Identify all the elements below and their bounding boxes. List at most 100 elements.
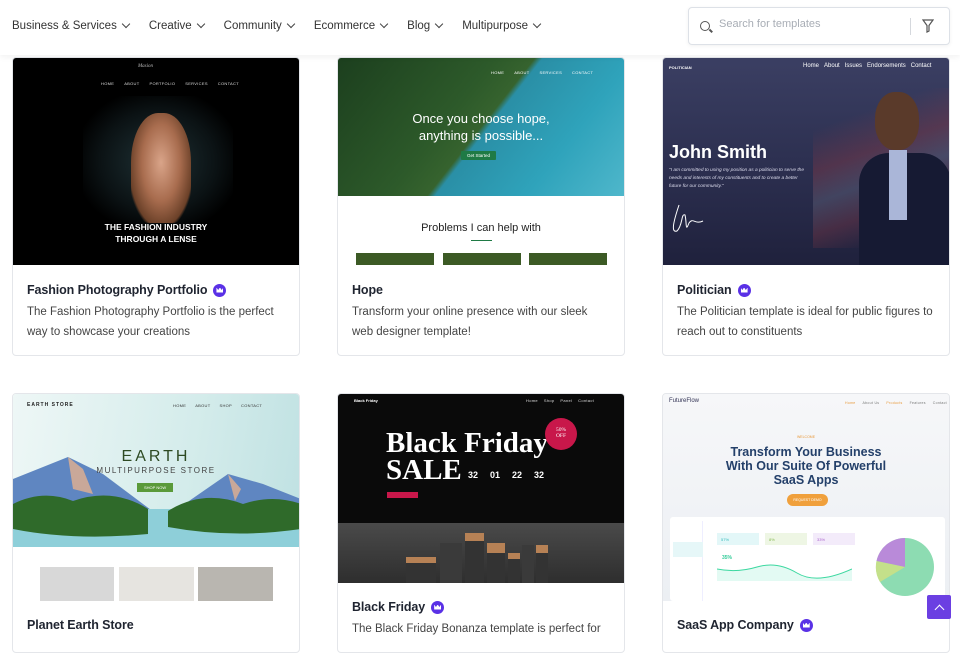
template-thumbnail[interactable]: POLITICIAN Home About Issues Endorsements Co… [663, 58, 949, 265]
nav-multipurpose[interactable]: Multipurpose [462, 19, 542, 32]
template-card-black-friday[interactable]: Black Friday Home Shop Panel Contact Black … [337, 393, 625, 653]
top-nav-bar: Business & Services Creative Community E… [0, 0, 960, 55]
thumb-text: CONTACT [241, 403, 263, 408]
chevron-down-icon [121, 19, 131, 29]
thumb-image [356, 253, 434, 265]
nav-label: Business & Services [12, 20, 117, 32]
thumb-text: Hope [352, 283, 383, 297]
thumb-headline: John Smith [669, 142, 767, 162]
chevron-down-icon [286, 19, 296, 29]
card-description: The Fashion Photography Portfolio is the… [27, 306, 274, 338]
template-card-earth-store[interactable]: EARTH STORE HOME ABOUT SHOP CONTACT EARTH M… [12, 393, 300, 653]
thumb-cta [387, 492, 418, 498]
nav-creative[interactable]: Creative [148, 19, 205, 32]
template-card-hope[interactable]: HOME ABOUT SERVICES CONTACT Once you choose… [337, 57, 625, 356]
card-body: Hope Transform your online presence with… [338, 283, 624, 342]
card-title[interactable]: Hope [352, 283, 610, 297]
thumb-text: CONTACT [217, 81, 239, 86]
thumb-text: Planet Earth Store [27, 618, 134, 632]
template-thumbnail[interactable]: FutureFlow Home About Us Products Features C… [663, 394, 949, 601]
scroll-to-top-button[interactable] [927, 595, 951, 619]
thumb-text: Home [803, 63, 820, 69]
template-thumbnail[interactable]: EARTH STORE HOME ABOUT SHOP CONTACT EARTH M… [13, 394, 299, 601]
card-body: SaaS App Company [663, 618, 949, 632]
thumb-text: THROUGH A LENSE [115, 234, 197, 244]
thumb-product [198, 567, 273, 601]
filter-icon[interactable] [922, 19, 934, 33]
thumb-text: Home [526, 398, 538, 403]
template-card-fashion[interactable]: Masion HOME ABOUT PORTFOLIO SERVICES CONTACT… [12, 57, 300, 356]
thumb-text: ABOUT [124, 81, 140, 86]
nav-label: Creative [148, 20, 192, 32]
thumb-logo: POLITICIAN [669, 65, 692, 70]
card-title[interactable]: Politician [677, 283, 935, 297]
discount-badge: 50% OFF [545, 418, 577, 450]
thumb-cta: Get Started [461, 151, 497, 160]
thumb-text: ABOUT [514, 70, 530, 75]
chevron-down-icon [434, 19, 444, 29]
chevron-down-icon [196, 19, 205, 29]
thumb-text: Contact [578, 398, 595, 403]
premium-crown-icon [431, 600, 445, 614]
thumb-image [529, 253, 607, 265]
thumb-text: HOME [491, 70, 505, 75]
nav-blog[interactable]: Blog [407, 19, 444, 32]
thumb-nav: Home Shop Panel Contact [526, 398, 594, 403]
card-title[interactable]: Planet Earth Store [27, 618, 285, 632]
thumb-text: THE FASHION INDUSTRY [104, 222, 208, 232]
thumb-cta: SHOP NOW [137, 483, 174, 492]
thumb-text: 01 [490, 470, 501, 480]
thumb-text: SaaS Apps [773, 473, 839, 487]
thumb-text: 32 [468, 470, 479, 480]
card-description: The Black Friday Bonanza template is per… [352, 623, 601, 635]
template-card-politician[interactable]: POLITICIAN Home About Issues Endorsements Co… [662, 57, 950, 356]
thumb-headline: Transform Your Business With Our Suite Of… [663, 445, 949, 487]
politician-face [875, 92, 919, 150]
nav-community[interactable]: Community [224, 19, 296, 32]
products-band [338, 523, 624, 583]
thumb-product [40, 567, 114, 601]
thumb-text: SERVICES [539, 70, 563, 75]
thumb-text: SaaS App Company [677, 618, 794, 632]
template-thumbnail[interactable]: HOME ABOUT SERVICES CONTACT Once you choose… [338, 58, 624, 265]
card-body: Fashion Photography Portfolio The Fashio… [13, 283, 299, 342]
thumb-section-title: Problems I can help with [421, 222, 541, 234]
thumb-text: 32 [534, 470, 545, 480]
thumb-text: 57% [717, 533, 759, 545]
card-body: Black Friday The Black Friday Bonanza te… [338, 600, 624, 640]
thumb-text: anything is possible... [418, 128, 544, 143]
thumb-quote: "I am committed to using my position as … [669, 168, 805, 189]
card-description: The Politician template is ideal for pub… [677, 306, 933, 338]
thumb-logo: FutureFlow [669, 398, 700, 404]
thumb-text: HOME [173, 403, 187, 408]
card-title[interactable]: Fashion Photography Portfolio [27, 283, 285, 297]
thumb-text: Black Friday [352, 600, 426, 614]
card-title[interactable]: Black Friday [352, 600, 610, 614]
category-nav: Business & Services Creative Community E… [12, 19, 542, 32]
nav-ecommerce[interactable]: Ecommerce [314, 19, 389, 32]
card-body: Politician The Politician template is id… [663, 283, 949, 342]
card-title[interactable]: SaaS App Company [677, 618, 935, 632]
template-thumbnail[interactable]: Black Friday Home Shop Panel Contact Black … [338, 394, 624, 583]
thumb-image [443, 253, 521, 265]
premium-crown-icon [799, 618, 813, 632]
search-input[interactable] [719, 18, 899, 30]
chevron-up-icon [934, 604, 944, 614]
thumb-cta: REQUEST DEMO [787, 494, 828, 506]
thumb-headline: Once you choose hope, anything is possibl… [338, 110, 624, 144]
thumb-text: Panel [560, 398, 573, 403]
pie-chart [875, 537, 934, 596]
thumb-text: Black Friday [386, 427, 548, 459]
nav-business-services[interactable]: Business & Services [12, 19, 131, 32]
search-icon [700, 21, 710, 31]
thumb-product [119, 567, 194, 601]
template-card-saas[interactable]: FutureFlow Home About Us Products Features C… [662, 393, 950, 653]
thumb-text: ABOUT [195, 403, 211, 408]
thumb-text: HOME [101, 81, 115, 86]
thumb-logo: Masion [138, 64, 153, 69]
thumb-logo: Black Friday [354, 398, 378, 403]
template-thumbnail[interactable]: Masion HOME ABOUT PORTFOLIO SERVICES CONTACT… [13, 58, 299, 265]
thumb-text: Endorsements [867, 63, 906, 69]
premium-crown-icon [737, 283, 751, 297]
thumb-text: 33% [813, 533, 855, 545]
